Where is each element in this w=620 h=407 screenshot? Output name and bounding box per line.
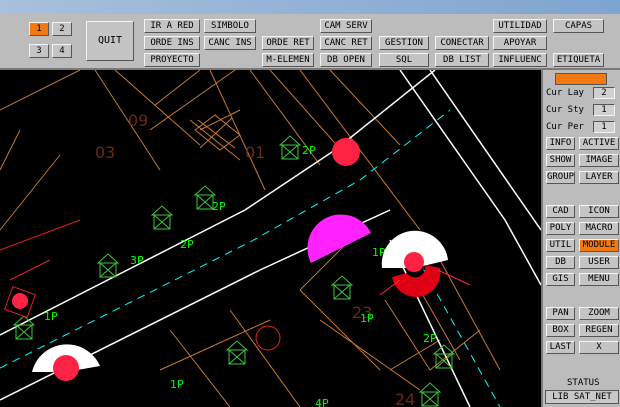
cur-layer-value[interactable]: 2: [593, 87, 615, 99]
window-titlebar: [0, 0, 620, 14]
cur-pen-label: Cur Per: [546, 122, 584, 132]
right-command-panel: Cur Lay 2 Cur Sty 1 Cur Per 1 INFO ACTIV…: [541, 70, 620, 407]
house-label: 1P: [44, 310, 58, 323]
cam-serv-button[interactable]: CAM SERV: [320, 19, 372, 33]
db-button[interactable]: DB: [546, 256, 575, 269]
top-toolbar: 1 2 3 4 QUIT IR A RED SIMBOLO CAM SERV U…: [0, 14, 620, 70]
menu-button[interactable]: MENU: [579, 273, 619, 286]
zoom-button[interactable]: ZOOM: [579, 307, 619, 320]
house-label: 1P: [170, 378, 184, 391]
db-open-button[interactable]: DB OPEN: [320, 53, 372, 67]
orde-ret-button[interactable]: ORDE RET: [262, 36, 314, 50]
house-label: 2P: [423, 332, 437, 345]
proyecto-button[interactable]: PROYECTO: [144, 53, 200, 67]
capas-button[interactable]: CAPAS: [553, 19, 604, 33]
page-4-button[interactable]: 4: [52, 44, 72, 58]
selected-point-marker[interactable]: [3, 285, 37, 319]
orde-ins-button[interactable]: ORDE INS: [144, 36, 200, 50]
conectar-button[interactable]: CONECTAR: [435, 36, 489, 50]
canc-ins-button[interactable]: CANC INS: [204, 36, 256, 50]
cad-button[interactable]: CAD: [546, 205, 575, 218]
apoyar-button[interactable]: APOYAR: [493, 36, 547, 50]
simbolo-button[interactable]: SIMBOLO: [204, 19, 256, 33]
house-label: 2P: [180, 238, 194, 251]
gestion-button[interactable]: GESTION: [379, 36, 429, 50]
network-node-selected[interactable]: [379, 230, 471, 297]
user-button[interactable]: USER: [579, 256, 619, 269]
status-label: STATUS: [567, 378, 600, 388]
page-2-button[interactable]: 2: [52, 22, 72, 36]
active-button[interactable]: ACTIVE: [579, 137, 619, 150]
house-label: 3P: [130, 254, 144, 267]
util-button[interactable]: UTIL: [546, 239, 575, 252]
page-3-button[interactable]: 3: [29, 44, 49, 58]
sql-button[interactable]: SQL: [379, 53, 429, 67]
house-label: 2P: [212, 200, 226, 213]
lot-number: 01: [245, 143, 265, 162]
utilidad-button[interactable]: UTILIDAD: [493, 19, 547, 33]
m-elemen-button[interactable]: M-ELEMEN: [262, 53, 314, 67]
red-ring-marker[interactable]: [255, 325, 281, 351]
ir-a-red-button[interactable]: IR A RED: [144, 19, 200, 33]
cur-pen-value[interactable]: 1: [593, 121, 615, 133]
image-button[interactable]: IMAGE: [579, 154, 619, 167]
lot-number: 09: [128, 111, 148, 130]
lot-number: 24: [395, 390, 415, 407]
cur-style-label: Cur Sty: [546, 105, 584, 115]
house-label: 2P: [302, 144, 316, 157]
cur-style-value[interactable]: 1: [593, 104, 615, 116]
show-button[interactable]: SHOW: [546, 154, 575, 167]
pan-button[interactable]: PAN: [546, 307, 575, 320]
box-button[interactable]: BOX: [546, 324, 575, 337]
influenc-button[interactable]: INFLUENC: [493, 53, 547, 67]
group-button[interactable]: GROUP: [546, 171, 575, 184]
house-label: 1P: [360, 312, 374, 325]
network-node-marker[interactable]: [332, 138, 360, 166]
cur-layer-label: Cur Lay: [546, 88, 584, 98]
page-1-button[interactable]: 1: [29, 22, 49, 36]
map-canvas[interactable]: 09 03 01 23 24 2P 2P 2P 3P 1P 1P 2P 1P 1…: [0, 70, 541, 407]
red-line-fragments: [0, 219, 81, 281]
lot-number: 03: [95, 143, 115, 162]
info-button[interactable]: INFO: [546, 137, 575, 150]
etiqueta-button[interactable]: ETIQUETA: [553, 53, 604, 67]
icon-button[interactable]: ICON: [579, 205, 619, 218]
highlight-sector[interactable]: [307, 214, 371, 263]
close-x-button[interactable]: X: [579, 341, 619, 354]
layer-button[interactable]: LAYER: [579, 171, 619, 184]
module-button[interactable]: MODULE: [579, 239, 619, 252]
status-value: LIB SAT_NET: [545, 390, 619, 404]
current-color-swatch[interactable]: [555, 73, 607, 85]
gis-button[interactable]: GIS: [546, 273, 575, 286]
quit-button[interactable]: QUIT: [86, 21, 134, 61]
house-label: 4P: [315, 397, 329, 407]
regen-button[interactable]: REGEN: [579, 324, 619, 337]
last-button[interactable]: LAST: [546, 341, 575, 354]
macro-button[interactable]: MACRO: [579, 222, 619, 235]
db-list-button[interactable]: DB LIST: [435, 53, 489, 67]
canc-ret-button[interactable]: CANC RET: [320, 36, 372, 50]
network-node-bottom[interactable]: [32, 344, 100, 381]
poly-button[interactable]: POLY: [546, 222, 575, 235]
